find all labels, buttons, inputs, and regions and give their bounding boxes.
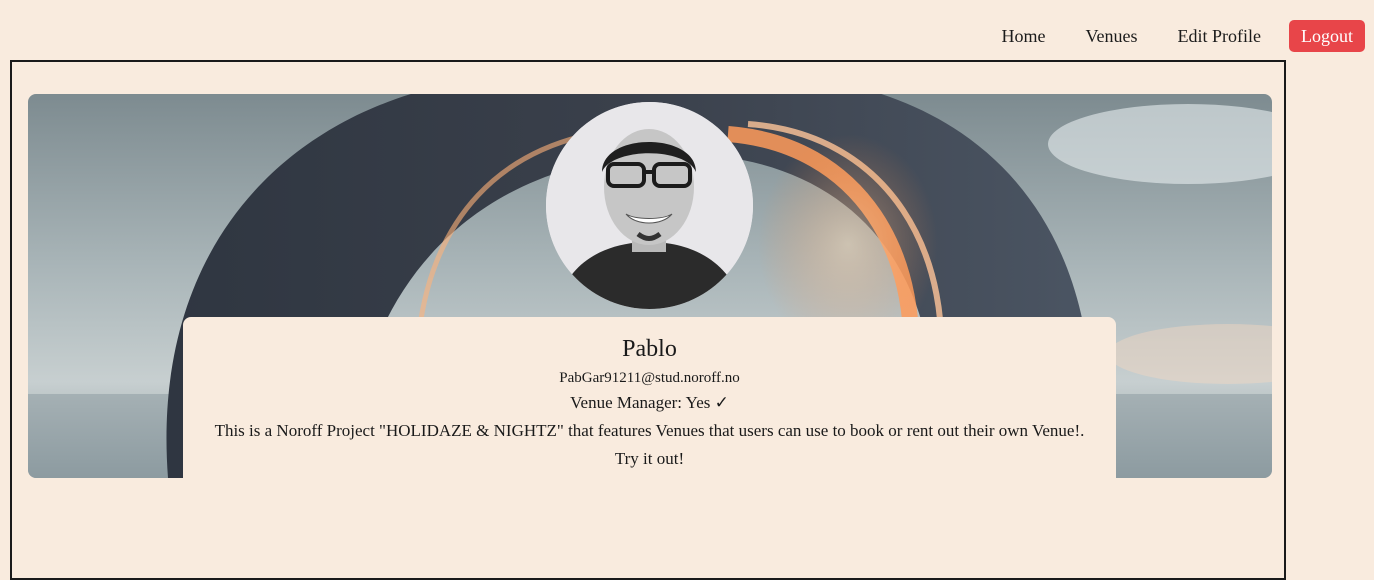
venue-manager-status: Venue Manager: Yes ✓ <box>570 393 729 412</box>
profile-email: PabGar91211@stud.noroff.no <box>559 370 740 386</box>
profile-name: Pablo <box>622 336 677 362</box>
profile-info-card: Pablo PabGar91211@stud.noroff.no Venue M… <box>183 317 1116 478</box>
top-navigation: Home Venues Edit Profile Logout <box>962 20 1365 52</box>
profile-avatar <box>546 102 753 309</box>
profile-bio: This is a Noroff Project "HOLIDAZE & NIG… <box>214 421 1085 468</box>
nav-home-link[interactable]: Home <box>1002 20 1046 52</box>
logout-button[interactable]: Logout <box>1289 20 1365 52</box>
nav-edit-profile-link[interactable]: Edit Profile <box>1178 20 1262 52</box>
nav-venues-link[interactable]: Venues <box>1086 20 1138 52</box>
